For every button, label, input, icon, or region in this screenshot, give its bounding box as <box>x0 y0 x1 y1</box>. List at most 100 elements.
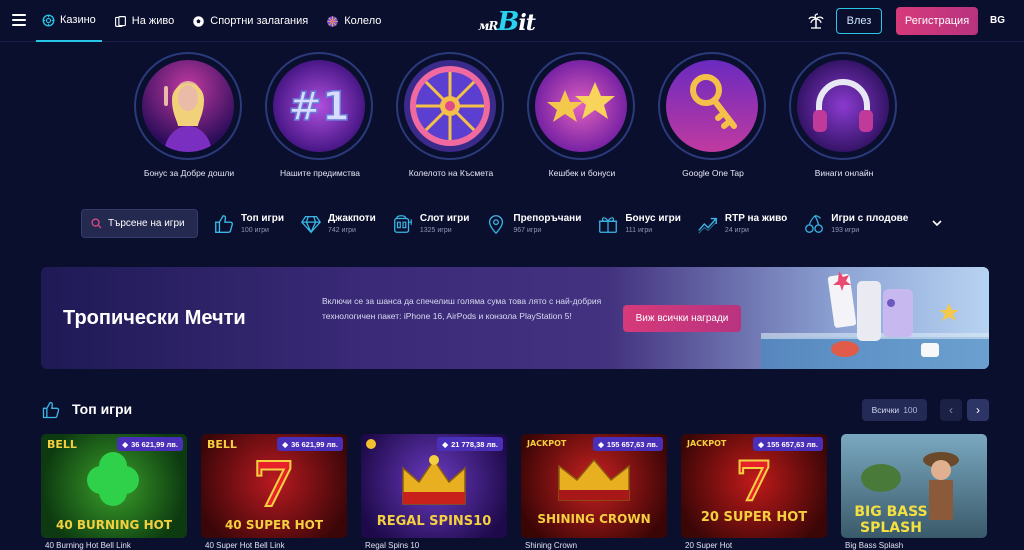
jackpot-amount: 36 621,99 лв. <box>131 439 178 449</box>
promo-cashback[interactable]: Кешбек и бонуси <box>527 52 637 178</box>
view-all-button[interactable]: Всички 100 <box>862 399 927 421</box>
game-art-title: 40 BURNING HOT <box>55 518 172 532</box>
category-bar: Топ игри 100 игри Джакпоти 742 игри Слот и… <box>213 207 924 241</box>
promo-image-woman <box>142 60 234 152</box>
promo-ring <box>658 52 766 160</box>
view-all-prizes-button[interactable]: Виж всички награди <box>623 305 741 332</box>
chevron-down-icon[interactable] <box>928 214 946 232</box>
game-card[interactable]: REGAL SPINS10 ◆ 21 778,38 лв. Regal Spins… <box>361 434 507 550</box>
promo-label: Колелото на Късмета <box>408 168 494 178</box>
promo-label: Кешбек и бонуси <box>548 168 616 178</box>
nav-item-label: На живо <box>131 15 175 27</box>
diamond-icon: ◆ <box>122 439 129 449</box>
search-games-button[interactable]: Търсене на игри <box>81 209 198 238</box>
category-title: Слот игри <box>419 213 470 224</box>
game-art-title: SHINING CROWN <box>537 512 651 526</box>
game-card[interactable]: JACKPOT SHINING CROWN ◆ 155 657,63 лв. Sh… <box>521 434 667 550</box>
jackpot-amount: 155 657,63 лв. <box>606 439 658 449</box>
category-top-games[interactable]: Топ игри 100 игри <box>213 207 294 241</box>
game-thumbnail: BIG BASS SPLASH <box>841 434 987 538</box>
category-count: 100 игри <box>241 227 269 234</box>
category-rtp-live[interactable]: RTP на живо 24 игри <box>697 207 797 241</box>
wheel-icon <box>327 15 339 27</box>
promo-google-one-tap[interactable]: Google One Tap <box>658 52 768 178</box>
category-bonus-games[interactable]: Бонус игри 111 игри <box>597 207 691 241</box>
promo-ring <box>134 52 242 160</box>
promo-image-headphones <box>797 60 889 152</box>
game-art-title: REGAL SPINS10 <box>376 514 492 529</box>
category-title: Бонус игри <box>625 213 681 224</box>
promo-wheel-of-fortune[interactable]: Колелото на Късмета <box>396 52 506 178</box>
promo-image-number-one: #1 <box>273 60 365 152</box>
promo-welcome-bonus[interactable]: Бонус за Добре дошли <box>134 52 244 178</box>
promo-label: Нашите предимства <box>279 168 361 178</box>
chevron-right-icon: › <box>976 403 980 417</box>
diamond-icon: ◆ <box>442 439 449 449</box>
gift-icon <box>599 217 618 233</box>
prev-arrow-button[interactable]: ‹ <box>940 399 962 421</box>
site-logo[interactable]: мRBit <box>478 7 536 37</box>
promo-banner[interactable]: Тропически Мечти Включи се за шанса да с… <box>41 267 989 369</box>
category-title: Топ игри <box>241 213 284 224</box>
promo-image-stars <box>535 60 627 152</box>
jackpot-badge: ◆ 36 621,99 лв. <box>117 437 183 451</box>
game-name: 40 Super Hot Bell Link <box>205 541 285 550</box>
jackpot-amount: 155 657,63 лв. <box>766 439 818 449</box>
jackpot-badge: ◆ 155 657,63 лв. <box>753 437 823 451</box>
next-arrow-button[interactable]: › <box>967 399 989 421</box>
category-jackpots[interactable]: Джакпоти 742 игри <box>300 207 386 241</box>
nav-item-live[interactable]: На живо <box>108 0 180 42</box>
diamond-icon <box>301 216 321 234</box>
slot-machine-icon <box>393 215 412 233</box>
game-card[interactable]: 7 JACKPOT 20 SUPER HOT ◆ 155 657,63 лв. 20… <box>681 434 827 550</box>
svg-text:JACKPOT: JACKPOT <box>526 439 567 448</box>
main-nav: Казино На живо Спортни залагания Колело <box>36 0 393 42</box>
jackpot-badge: ◆ 36 621,99 лв. <box>277 437 343 451</box>
game-name: 40 Burning Hot Bell Link <box>45 541 131 550</box>
nav-item-casino[interactable]: Казино <box>36 0 102 42</box>
svg-text:7: 7 <box>252 448 295 521</box>
promo-ring <box>527 52 635 160</box>
language-selector[interactable]: BG <box>990 15 1005 26</box>
banner-text: Включи се за шанса да спечелиш голяма су… <box>322 296 602 321</box>
category-count: 193 игри <box>831 227 860 234</box>
chevron-left-icon: ‹ <box>949 403 953 417</box>
live-cards-icon <box>114 15 126 27</box>
game-card[interactable]: 7 BELL 40 SUPER HOT ◆ 36 621,99 лв. 40 Sup… <box>201 434 347 550</box>
game-name: 20 Super Hot <box>685 541 733 550</box>
game-card[interactable]: BELL 40 BURNING HOT ◆ 36 621,99 лв. 40 Bu… <box>41 434 187 550</box>
menu-icon[interactable] <box>12 14 26 26</box>
game-art-title: BIG BASS SPLASH <box>854 504 928 536</box>
svg-text:BELL: BELL <box>207 438 237 451</box>
nav-item-sports[interactable]: Спортни залагания <box>186 0 314 42</box>
svg-text:#1: #1 <box>288 84 349 130</box>
promo-ring: #1 <box>265 52 373 160</box>
search-icon <box>91 218 102 229</box>
game-card[interactable]: BIG BASS SPLASH Big Bass Splash <box>841 434 987 550</box>
banner-prizes-image <box>761 271 989 369</box>
promo-image-key <box>666 60 758 152</box>
soccer-ball-icon <box>193 15 205 27</box>
game-art-title: 40 SUPER HOT <box>224 518 324 532</box>
trend-chart-icon <box>698 217 717 234</box>
nav-item-wheel[interactable]: Колело <box>320 0 387 42</box>
category-count: 742 игри <box>327 227 356 234</box>
promo-advantages[interactable]: #1 Нашите предимства <box>265 52 375 178</box>
casino-chip-icon <box>42 14 55 26</box>
register-button[interactable]: Регистрация <box>896 7 978 35</box>
promo-always-online[interactable]: Винаги онлайн <box>789 52 899 178</box>
search-label: Търсене на игри <box>108 218 185 229</box>
palm-tree-icon[interactable] <box>808 13 824 29</box>
top-bar: Казино На живо Спортни залагания Колело … <box>0 0 1024 42</box>
jackpot-badge: ◆ 155 657,63 лв. <box>593 437 663 451</box>
category-fruit-games[interactable]: Игри с плодове 193 игри <box>803 207 918 241</box>
game-name: Big Bass Splash <box>845 541 904 550</box>
logo-part: мR <box>478 19 498 33</box>
category-recommended[interactable]: Препоръчани 967 игри <box>485 207 591 241</box>
category-slots[interactable]: Слот игри 1325 игри <box>392 207 480 241</box>
game-name: Shining Crown <box>525 541 578 550</box>
logo-part: it <box>518 10 536 36</box>
login-button[interactable]: Влез <box>836 8 882 34</box>
location-pin-icon <box>489 215 504 235</box>
game-name: Regal Spins 10 <box>365 541 420 550</box>
